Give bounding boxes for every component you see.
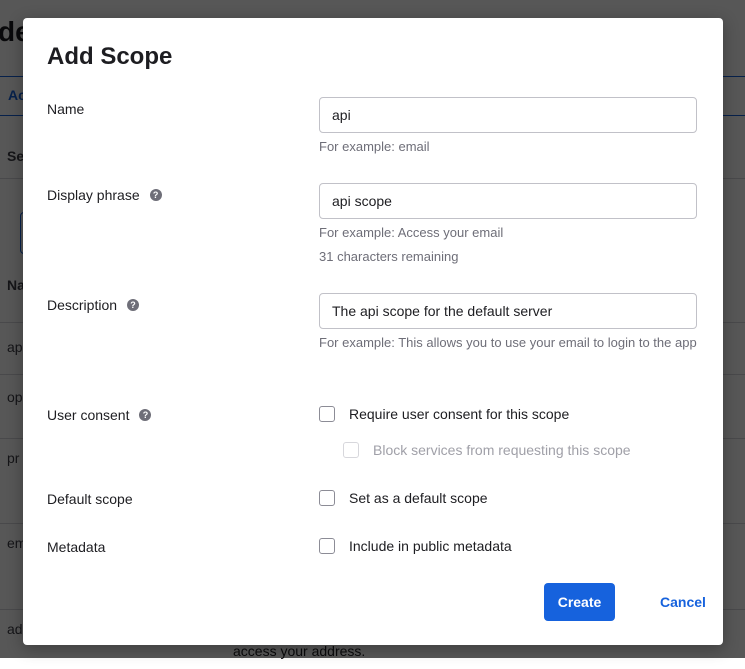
name-label: Name — [47, 101, 85, 117]
public-metadata-checkbox[interactable]: Include in public metadata — [319, 538, 512, 554]
description-input[interactable] — [319, 293, 697, 329]
user-consent-label: User consent? — [47, 407, 152, 423]
display-phrase-hint: For example: Access your email — [319, 225, 504, 240]
display-phrase-input[interactable] — [319, 183, 697, 219]
cancel-button[interactable]: Cancel — [650, 583, 716, 621]
help-icon[interactable]: ? — [127, 299, 140, 311]
create-button[interactable]: Create — [544, 583, 615, 621]
default-scope-label: Default scope — [47, 491, 133, 507]
name-hint: For example: email — [319, 139, 430, 154]
default-scope-checkbox[interactable]: Set as a default scope — [319, 490, 488, 506]
name-input[interactable] — [319, 97, 697, 133]
require-consent-checkbox[interactable]: Require user consent for this scope — [319, 406, 569, 422]
metadata-label: Metadata — [47, 539, 106, 555]
add-scope-dialog: Add Scope Name For example: email Displa… — [23, 18, 723, 645]
checkbox-box — [343, 442, 359, 458]
description-label: Description? — [47, 297, 140, 313]
dialog-title: Add Scope — [47, 43, 173, 70]
checkbox-box[interactable] — [319, 406, 335, 422]
description-hint: For example: This allows you to use your… — [319, 335, 697, 350]
checkbox-box[interactable] — [319, 490, 335, 506]
character-counter: 31 characters remaining — [319, 249, 459, 264]
block-services-checkbox: Block services from requesting this scop… — [343, 442, 631, 458]
help-icon[interactable]: ? — [149, 189, 162, 201]
help-icon[interactable]: ? — [139, 409, 152, 421]
checkbox-box[interactable] — [319, 538, 335, 554]
display-phrase-label: Display phrase? — [47, 187, 162, 203]
